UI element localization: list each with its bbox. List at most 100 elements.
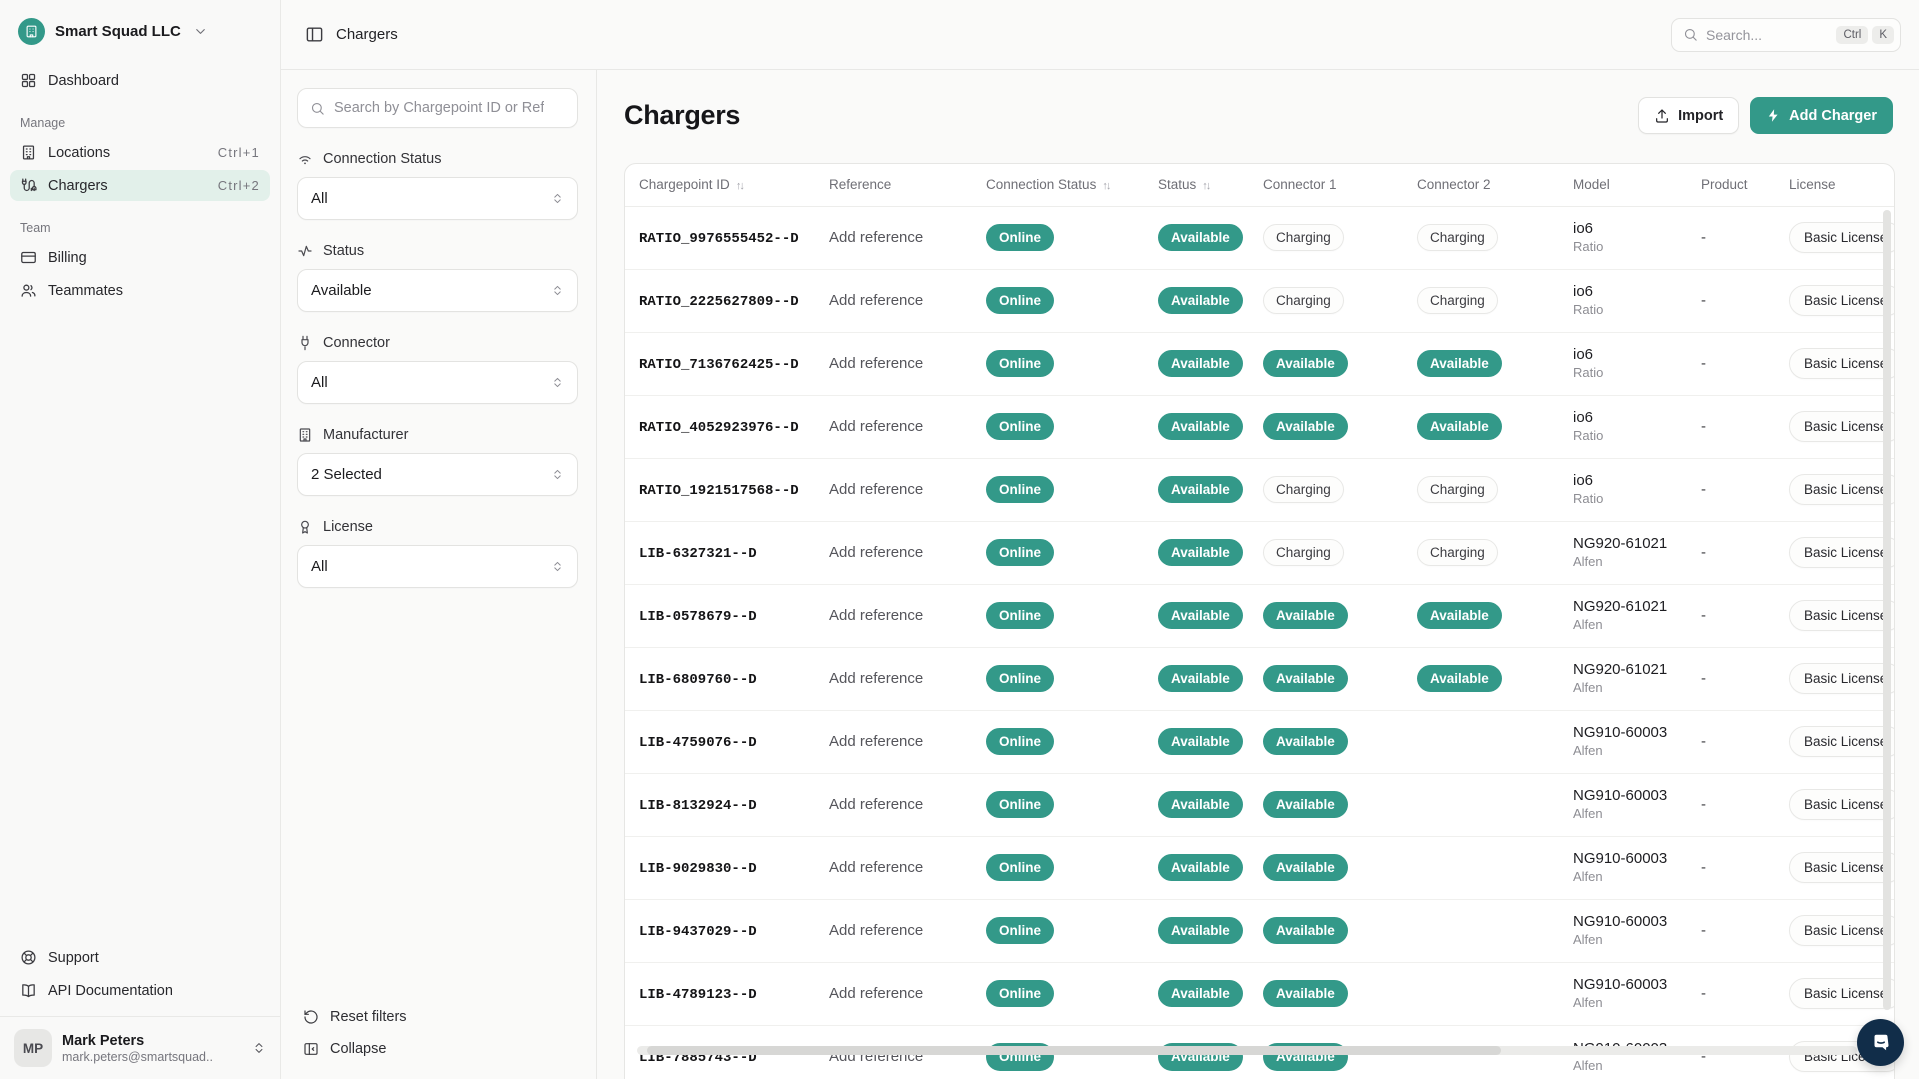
topbar: Chargers Search... CtrlK [281,0,1919,70]
table-row[interactable]: LIB-4759076--D Add reference Online Avai… [625,710,1895,773]
add-reference-link[interactable]: Add reference [829,607,923,624]
add-reference-link[interactable]: Add reference [829,670,923,687]
chargers-table-body: RATIO_9976555452--D Add reference Online… [625,206,1895,1079]
sidebar-item-teammates[interactable]: Teammates [10,275,270,306]
add-reference-link[interactable]: Add reference [829,418,923,435]
plug-icon [297,335,313,351]
status-select[interactable]: Available [297,269,578,312]
building-icon [20,144,37,161]
reset-filters-button[interactable]: Reset filters [297,1001,578,1033]
connection-status-badge: Online [986,224,1054,252]
sidebar-item-billing[interactable]: Billing [10,242,270,273]
connector2-badge: Charging [1417,287,1498,315]
add-reference-link[interactable]: Add reference [829,985,923,1002]
table-row[interactable]: LIB-9437029--D Add reference Online Avai… [625,899,1895,962]
import-button[interactable]: Import [1638,97,1739,134]
product-value: - [1701,670,1706,687]
table-row[interactable]: RATIO_7136762425--D Add reference Online… [625,332,1895,395]
column-header-chargepoint-id[interactable]: Chargepoint ID↑↓ [625,164,815,206]
chargepoint-id: LIB-6809760--D [639,672,757,688]
connector1-badge: Charging [1263,224,1344,252]
sidebar-item-dashboard[interactable]: Dashboard [10,65,270,96]
product-value: - [1701,607,1706,624]
status-badge: Available [1158,224,1243,252]
table-row[interactable]: LIB-6809760--D Add reference Online Avai… [625,647,1895,710]
chargepoint-id: LIB-9437029--D [639,924,757,940]
column-header-connection-status[interactable]: Connection Status↑↓ [972,164,1144,206]
connection-status-select[interactable]: All [297,177,578,220]
model-name: io6 [1573,219,1679,239]
manufacturer-name: Alfen [1573,680,1679,697]
column-header-reference: Reference [815,164,972,206]
status-badge: Available [1158,350,1243,378]
connection-status-badge: Online [986,980,1054,1008]
global-search-input[interactable]: Search... CtrlK [1671,18,1901,52]
column-header-connector-2: Connector 2 [1403,164,1559,206]
sidebar-item-api-documentation[interactable]: API Documentation [10,975,270,1006]
model-name: NG910-60003 [1573,912,1679,932]
model-name: io6 [1573,345,1679,365]
add-reference-link[interactable]: Add reference [829,229,923,246]
sidebar-item-locations[interactable]: Locations Ctrl+1 [10,137,270,168]
table-row[interactable]: LIB-0578679--D Add reference Online Avai… [625,584,1895,647]
chevrons-up-down-icon [252,1041,266,1055]
table-row[interactable]: LIB-9029830--D Add reference Online Avai… [625,836,1895,899]
user-menu[interactable]: MP Mark Peters mark.peters@smartsquad... [0,1016,280,1079]
add-reference-link[interactable]: Add reference [829,544,923,561]
table-row[interactable]: RATIO_4052923976--D Add reference Online… [625,395,1895,458]
connection-status-badge: Online [986,728,1054,756]
add-reference-link[interactable]: Add reference [829,859,923,876]
panel-left-icon[interactable] [305,25,324,44]
connection-status-badge: Online [986,665,1054,693]
manufacturer-name: Alfen [1573,932,1679,949]
license-select[interactable]: All [297,545,578,588]
add-reference-link[interactable]: Add reference [829,922,923,939]
add-reference-link[interactable]: Add reference [829,796,923,813]
org-switcher[interactable]: Smart Squad LLC [10,10,270,53]
add-reference-link[interactable]: Add reference [829,292,923,309]
chargepoint-search-input[interactable]: Search by Chargepoint ID or Ref [297,88,578,128]
sidebar-item-label: Support [48,950,99,966]
connector-select[interactable]: All [297,361,578,404]
book-open-icon [20,982,37,999]
status-badge: Available [1158,602,1243,630]
connector1-badge: Available [1263,791,1348,819]
vertical-scrollbar[interactable] [1883,210,1891,1010]
table-row[interactable]: RATIO_1921517568--D Add reference Online… [625,458,1895,521]
manufacturer-select[interactable]: 2 Selected [297,453,578,496]
collapse-panel-button[interactable]: Collapse [297,1033,578,1065]
add-reference-link[interactable]: Add reference [829,355,923,372]
chargepoint-id: RATIO_2225627809--D [639,294,799,310]
column-header-status[interactable]: Status↑↓ [1144,164,1249,206]
table-row[interactable]: RATIO_9976555452--D Add reference Online… [625,206,1895,269]
model-name: io6 [1573,408,1679,428]
horizontal-scrollbar[interactable] [637,1046,1857,1055]
main-content: Chargers Import Add Charger Chargepoin [597,70,1919,1079]
dashboard-icon [20,72,37,89]
horizontal-scrollbar-thumb[interactable] [647,1046,1501,1055]
chargepoint-id: RATIO_9976555452--D [639,231,799,247]
sidebar-item-label: Teammates [48,283,123,299]
column-header-license: License [1775,164,1895,206]
model-name: NG910-60003 [1573,786,1679,806]
model-name: NG920-61021 [1573,597,1679,617]
users-icon [20,282,37,299]
filter-label: License [323,519,373,535]
connector2-badge: Available [1417,665,1502,693]
chevrons-up-down-icon [551,284,564,297]
add-reference-link[interactable]: Add reference [829,481,923,498]
table-row[interactable]: LIB-4789123--D Add reference Online Avai… [625,962,1895,1025]
status-badge: Available [1158,728,1243,756]
table-row[interactable]: RATIO_2225627809--D Add reference Online… [625,269,1895,332]
add-charger-button[interactable]: Add Charger [1750,97,1893,134]
table-row[interactable]: LIB-8132924--D Add reference Online Avai… [625,773,1895,836]
shortcut-label: Ctrl+2 [218,178,260,193]
sidebar-item-support[interactable]: Support [10,942,270,973]
connector1-badge: Available [1263,917,1348,945]
add-reference-link[interactable]: Add reference [829,733,923,750]
status-badge: Available [1158,791,1243,819]
filter-label: Manufacturer [323,427,408,443]
sidebar-item-chargers[interactable]: Chargers Ctrl+2 [10,170,270,201]
table-row[interactable]: LIB-6327321--D Add reference Online Avai… [625,521,1895,584]
chat-widget-button[interactable] [1857,1019,1904,1066]
